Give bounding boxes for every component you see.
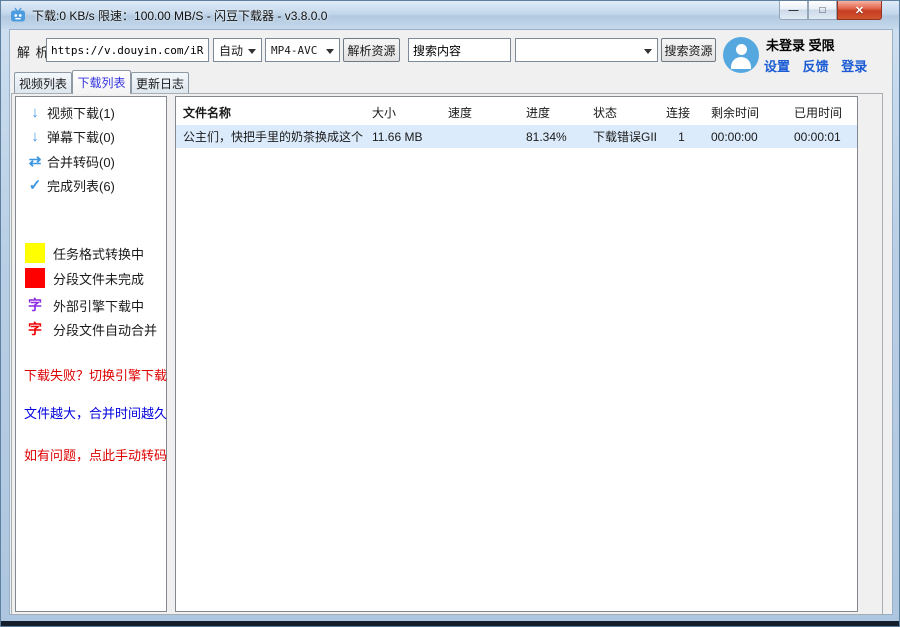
format-select-value: MP4-AVC: [271, 44, 317, 57]
download-table-panel: 文件名称 大小 速度 进度 状态 连接 剩余时间 已用时间 公主们，快把手里的奶…: [175, 96, 858, 612]
cell-size: 11.66 MB: [365, 130, 441, 144]
search-input[interactable]: [408, 38, 511, 62]
tab-video-list[interactable]: 视频列表: [14, 72, 72, 93]
col-status[interactable]: 状态: [586, 104, 659, 121]
tab-download-list[interactable]: 下载列表: [72, 70, 131, 94]
legend-external-engine: 字 外部引擎下载中: [25, 294, 165, 316]
close-button[interactable]: ✕: [837, 1, 882, 20]
purple-char-icon: 字: [25, 295, 45, 315]
quality-select[interactable]: 自动: [213, 38, 262, 62]
tip-switch-engine[interactable]: 下载失败？切换引擎下载: [24, 365, 166, 384]
download-arrow-icon: ↓: [25, 104, 45, 121]
transfer-arrows-icon: ⇄: [25, 152, 45, 170]
legend-label: 分段文件未完成: [53, 269, 144, 288]
cell-elapsed: 00:00:01: [787, 130, 857, 144]
app-icon: [10, 7, 26, 23]
sidebar-item-completed-list[interactable]: ✓ 完成列表(6): [25, 175, 163, 195]
col-progress[interactable]: 进度: [519, 104, 586, 121]
chevron-down-icon: [326, 49, 334, 54]
check-icon: ✓: [25, 176, 45, 194]
search-resource-button[interactable]: 搜索资源: [661, 38, 716, 62]
user-avatar[interactable]: [723, 37, 759, 73]
settings-link[interactable]: 设置: [764, 59, 790, 74]
red-char-icon: 字: [25, 319, 45, 339]
chevron-down-icon: [248, 49, 256, 54]
minimize-button[interactable]: —: [779, 1, 808, 20]
legend-format-converting: 任务格式转换中: [25, 242, 165, 264]
legend-label: 分段文件自动合并: [53, 320, 157, 339]
col-filename[interactable]: 文件名称: [176, 104, 365, 121]
legend-label: 外部引擎下载中: [53, 296, 144, 315]
yellow-swatch: [25, 243, 45, 263]
legend-auto-merge: 字 分段文件自动合并: [25, 318, 165, 340]
parse-resource-button[interactable]: 解析资源: [343, 38, 400, 62]
sidebar-panel: ↓ 视频下载(1) ↓ 弹幕下载(0) ⇄ 合并转码(0) ✓ 完成列表(6) …: [15, 96, 167, 612]
cell-progress: 81.34%: [519, 130, 586, 144]
sidebar-item-danmaku-download[interactable]: ↓ 弹幕下载(0): [25, 126, 163, 146]
feedback-link[interactable]: 反馈: [803, 59, 829, 74]
sidebar-item-label: 完成列表(6): [47, 176, 115, 195]
col-remaining[interactable]: 剩余时间: [704, 104, 787, 121]
cell-status: 下载错误GII: [586, 128, 659, 145]
sidebar-item-label: 弹幕下载(0): [47, 127, 115, 146]
col-connections[interactable]: 连接: [659, 104, 704, 121]
tip-merge-time: 文件越大，合并时间越久: [24, 403, 166, 422]
tip-manual-transcode[interactable]: 如有问题，点此手动转码: [24, 445, 166, 464]
legend-label: 任务格式转换中: [53, 244, 144, 263]
login-link[interactable]: 登录: [841, 59, 867, 74]
window-bottom-edge: [1, 621, 899, 626]
url-input[interactable]: [46, 38, 209, 62]
table-header-row: 文件名称 大小 速度 进度 状态 连接 剩余时间 已用时间: [176, 99, 857, 125]
cell-connections: 1: [659, 130, 704, 144]
cell-filename: 公主们，快把手里的奶茶换成这个: [176, 128, 365, 145]
sidebar-item-video-download[interactable]: ↓ 视频下载(1): [25, 102, 163, 122]
format-select[interactable]: MP4-AVC: [265, 38, 340, 62]
col-speed[interactable]: 速度: [441, 104, 519, 121]
red-swatch: [25, 268, 45, 288]
table-row[interactable]: 公主们，快把手里的奶茶换成这个 11.66 MB 81.34% 下载错误GII …: [176, 125, 857, 148]
sidebar-item-label: 合并转码(0): [47, 152, 115, 171]
window-title: 下载:0 KB/s 限速：100.00 MB/S - 闪豆下载器 - v3.8.…: [32, 7, 327, 24]
sidebar-item-label: 视频下载(1): [47, 103, 115, 122]
account-links: 设置 反馈 登录: [764, 56, 876, 75]
cell-remaining: 00:00:00: [704, 130, 787, 144]
legend-segment-incomplete: 分段文件未完成: [25, 267, 165, 289]
sidebar-item-merge-transcode[interactable]: ⇄ 合并转码(0): [25, 151, 163, 171]
quality-select-value: 自动: [219, 42, 243, 59]
tab-update-log[interactable]: 更新日志: [131, 72, 189, 93]
window-controls: — □ ✕: [779, 1, 882, 20]
col-elapsed[interactable]: 已用时间: [787, 104, 857, 121]
app-window: 下载:0 KB/s 限速：100.00 MB/S - 闪豆下载器 - v3.8.…: [0, 0, 900, 627]
login-status: 未登录 受限: [766, 35, 835, 54]
search-result-select[interactable]: [515, 38, 658, 62]
chevron-down-icon: [644, 49, 652, 54]
download-arrow-icon: ↓: [25, 128, 45, 145]
title-bar: 下载:0 KB/s 限速：100.00 MB/S - 闪豆下载器 - v3.8.…: [1, 1, 899, 29]
col-size[interactable]: 大小: [365, 104, 441, 121]
maximize-button[interactable]: □: [808, 1, 837, 20]
